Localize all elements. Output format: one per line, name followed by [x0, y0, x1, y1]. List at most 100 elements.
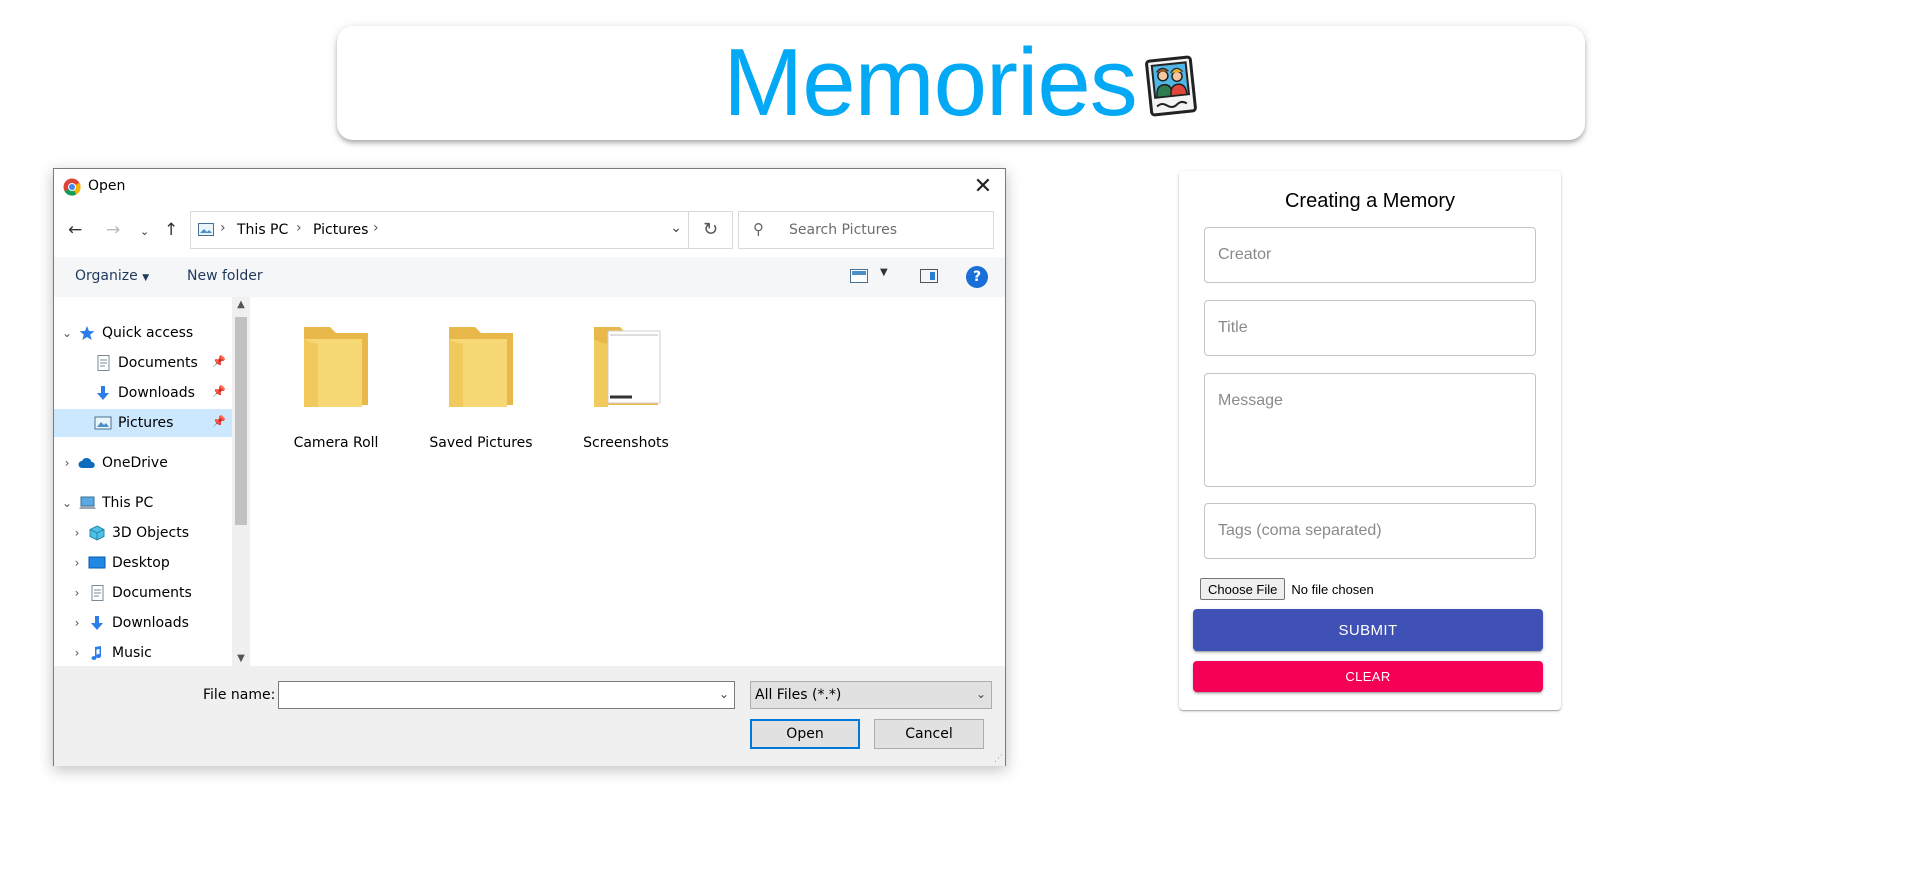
scroll-down-icon[interactable]: ▼	[232, 653, 250, 664]
title-input[interactable]	[1205, 301, 1535, 355]
tree-item-music[interactable]: › Music	[54, 639, 232, 666]
tree-item-onedrive[interactable]: › OneDrive	[54, 449, 232, 477]
cancel-button[interactable]: Cancel	[874, 719, 984, 749]
chevron-right-icon[interactable]: ›	[70, 646, 84, 660]
cube-icon	[89, 525, 105, 541]
download-icon	[97, 386, 109, 400]
tree-item-downloads[interactable]: Downloads 📌	[54, 379, 232, 407]
search-placeholder: Search Pictures	[789, 222, 897, 238]
breadcrumb-pictures[interactable]: Pictures	[313, 222, 368, 238]
tree-item-documents[interactable]: Documents 📌	[54, 349, 232, 377]
back-arrow-icon[interactable]: ←	[68, 219, 82, 241]
tree-item-this-pc[interactable]: ⌄ This PC	[54, 489, 232, 517]
caret-down-icon[interactable]: ▼	[880, 267, 888, 278]
document-icon	[91, 585, 104, 601]
message-input[interactable]	[1205, 374, 1535, 486]
folder-label: Camera Roll	[293, 435, 379, 451]
file-name-input[interactable]: ⌄	[278, 681, 735, 709]
breadcrumb-separator-icon: ›	[220, 220, 226, 236]
navigation-scrollbar[interactable]: ▲ ▼	[232, 297, 250, 666]
chevron-right-icon[interactable]: ›	[70, 616, 84, 630]
change-view-icon[interactable]	[850, 269, 868, 283]
close-icon[interactable]: ✕	[971, 175, 995, 199]
chevron-down-icon[interactable]: ⌄	[976, 687, 986, 701]
chevron-right-icon[interactable]: ›	[60, 456, 74, 470]
chevron-right-icon[interactable]: ›	[70, 586, 84, 600]
chevron-down-icon[interactable]: ⌄	[670, 220, 682, 236]
file-type-value: All Files (*.*)	[755, 687, 842, 703]
pictures-icon	[94, 416, 112, 430]
file-upload: Choose File No file chosen	[1200, 578, 1374, 600]
command-bar: Organize ▼ New folder ▼ ?	[54, 257, 1005, 297]
scroll-up-icon[interactable]: ▲	[232, 299, 250, 310]
folder-label: Saved Pictures	[429, 435, 533, 451]
tags-input[interactable]	[1205, 504, 1535, 558]
document-icon	[97, 355, 110, 371]
tree-item-documents-pc[interactable]: › Documents	[54, 579, 232, 607]
navigation-row: ← → ⌄ ↑ › This PC › Pictures › ⌄ ↻ ⚲ Sea…	[54, 211, 1005, 251]
creator-input[interactable]	[1205, 228, 1535, 282]
folder-label: Screenshots	[583, 435, 669, 451]
file-status: No file chosen	[1291, 581, 1374, 597]
pin-icon[interactable]: 📌	[212, 385, 226, 398]
help-icon[interactable]: ?	[966, 266, 988, 288]
choose-file-button[interactable]: Choose File	[1200, 578, 1286, 600]
submit-button[interactable]: SUBMIT	[1193, 609, 1543, 651]
clear-button[interactable]: CLEAR	[1193, 661, 1543, 692]
file-list: Camera Roll Saved Pictures Screenshots	[250, 297, 1005, 666]
organize-label: Organize	[75, 268, 138, 284]
pin-icon[interactable]: 📌	[212, 415, 226, 428]
title-field[interactable]	[1204, 300, 1536, 356]
folder-screenshots[interactable]: Screenshots	[561, 319, 691, 451]
tree-item-label: Downloads	[112, 615, 189, 631]
search-icon: ⚲	[753, 220, 764, 238]
tree-item-label: Documents	[118, 355, 198, 371]
app-bar: Memories	[337, 26, 1585, 140]
folder-saved-pictures[interactable]: Saved Pictures	[416, 319, 546, 451]
resize-grip-icon[interactable]: ⋰	[994, 754, 1003, 764]
up-arrow-icon[interactable]: ↑	[164, 219, 178, 241]
pin-icon[interactable]: 📌	[212, 355, 226, 368]
desktop-icon	[88, 556, 106, 569]
file-type-select[interactable]: All Files (*.*) ⌄	[750, 681, 992, 709]
dialog-titlebar[interactable]: Open ✕	[54, 169, 1005, 205]
folder-camera-roll[interactable]: Camera Roll	[271, 319, 401, 451]
tree-item-quick-access[interactable]: ⌄ Quick access	[54, 319, 232, 347]
folder-icon	[449, 327, 513, 407]
organize-button[interactable]: Organize ▼	[75, 268, 149, 284]
memory-form: Creating a Memory Choose File No file ch…	[1179, 171, 1561, 710]
app-title: Memories	[723, 29, 1137, 136]
message-field[interactable]	[1204, 373, 1536, 487]
breadcrumb-this-pc[interactable]: This PC	[237, 222, 288, 238]
dialog-title: Open	[88, 178, 126, 194]
scrollbar-thumb[interactable]	[235, 317, 247, 525]
chevron-down-icon[interactable]: ⌄	[60, 496, 74, 510]
forward-arrow-icon[interactable]: →	[106, 219, 120, 241]
chevron-down-icon[interactable]: ⌄	[60, 326, 74, 340]
tree-item-label: Music	[112, 645, 152, 661]
chevron-right-icon[interactable]: ›	[70, 526, 84, 540]
tree-item-label: This PC	[102, 495, 154, 511]
folder-icon	[594, 327, 661, 407]
recent-locations-chevron-icon[interactable]: ⌄	[140, 221, 149, 243]
chevron-right-icon[interactable]: ›	[70, 556, 84, 570]
tree-item-desktop[interactable]: › Desktop	[54, 549, 232, 577]
computer-icon	[79, 496, 96, 509]
address-bar[interactable]: › This PC › Pictures › ⌄	[190, 211, 689, 249]
tree-item-3d-objects[interactable]: › 3D Objects	[54, 519, 232, 547]
new-folder-button[interactable]: New folder	[187, 268, 263, 284]
refresh-icon[interactable]: ↻	[689, 211, 733, 249]
tree-item-label: Quick access	[102, 325, 194, 341]
search-input[interactable]: ⚲ Search Pictures	[738, 211, 994, 249]
tree-item-downloads-pc[interactable]: › Downloads	[54, 609, 232, 637]
chevron-down-icon[interactable]: ⌄	[719, 687, 729, 701]
tree-item-label: Documents	[112, 585, 192, 601]
tags-field[interactable]	[1204, 503, 1536, 559]
caret-down-icon: ▼	[142, 273, 150, 283]
tree-item-pictures[interactable]: Pictures 📌	[54, 409, 232, 437]
open-button[interactable]: Open	[750, 719, 860, 749]
preview-pane-icon[interactable]	[920, 269, 938, 283]
tree-item-label: OneDrive	[102, 455, 168, 471]
tree-item-label: Desktop	[112, 555, 170, 571]
creator-field[interactable]	[1204, 227, 1536, 283]
